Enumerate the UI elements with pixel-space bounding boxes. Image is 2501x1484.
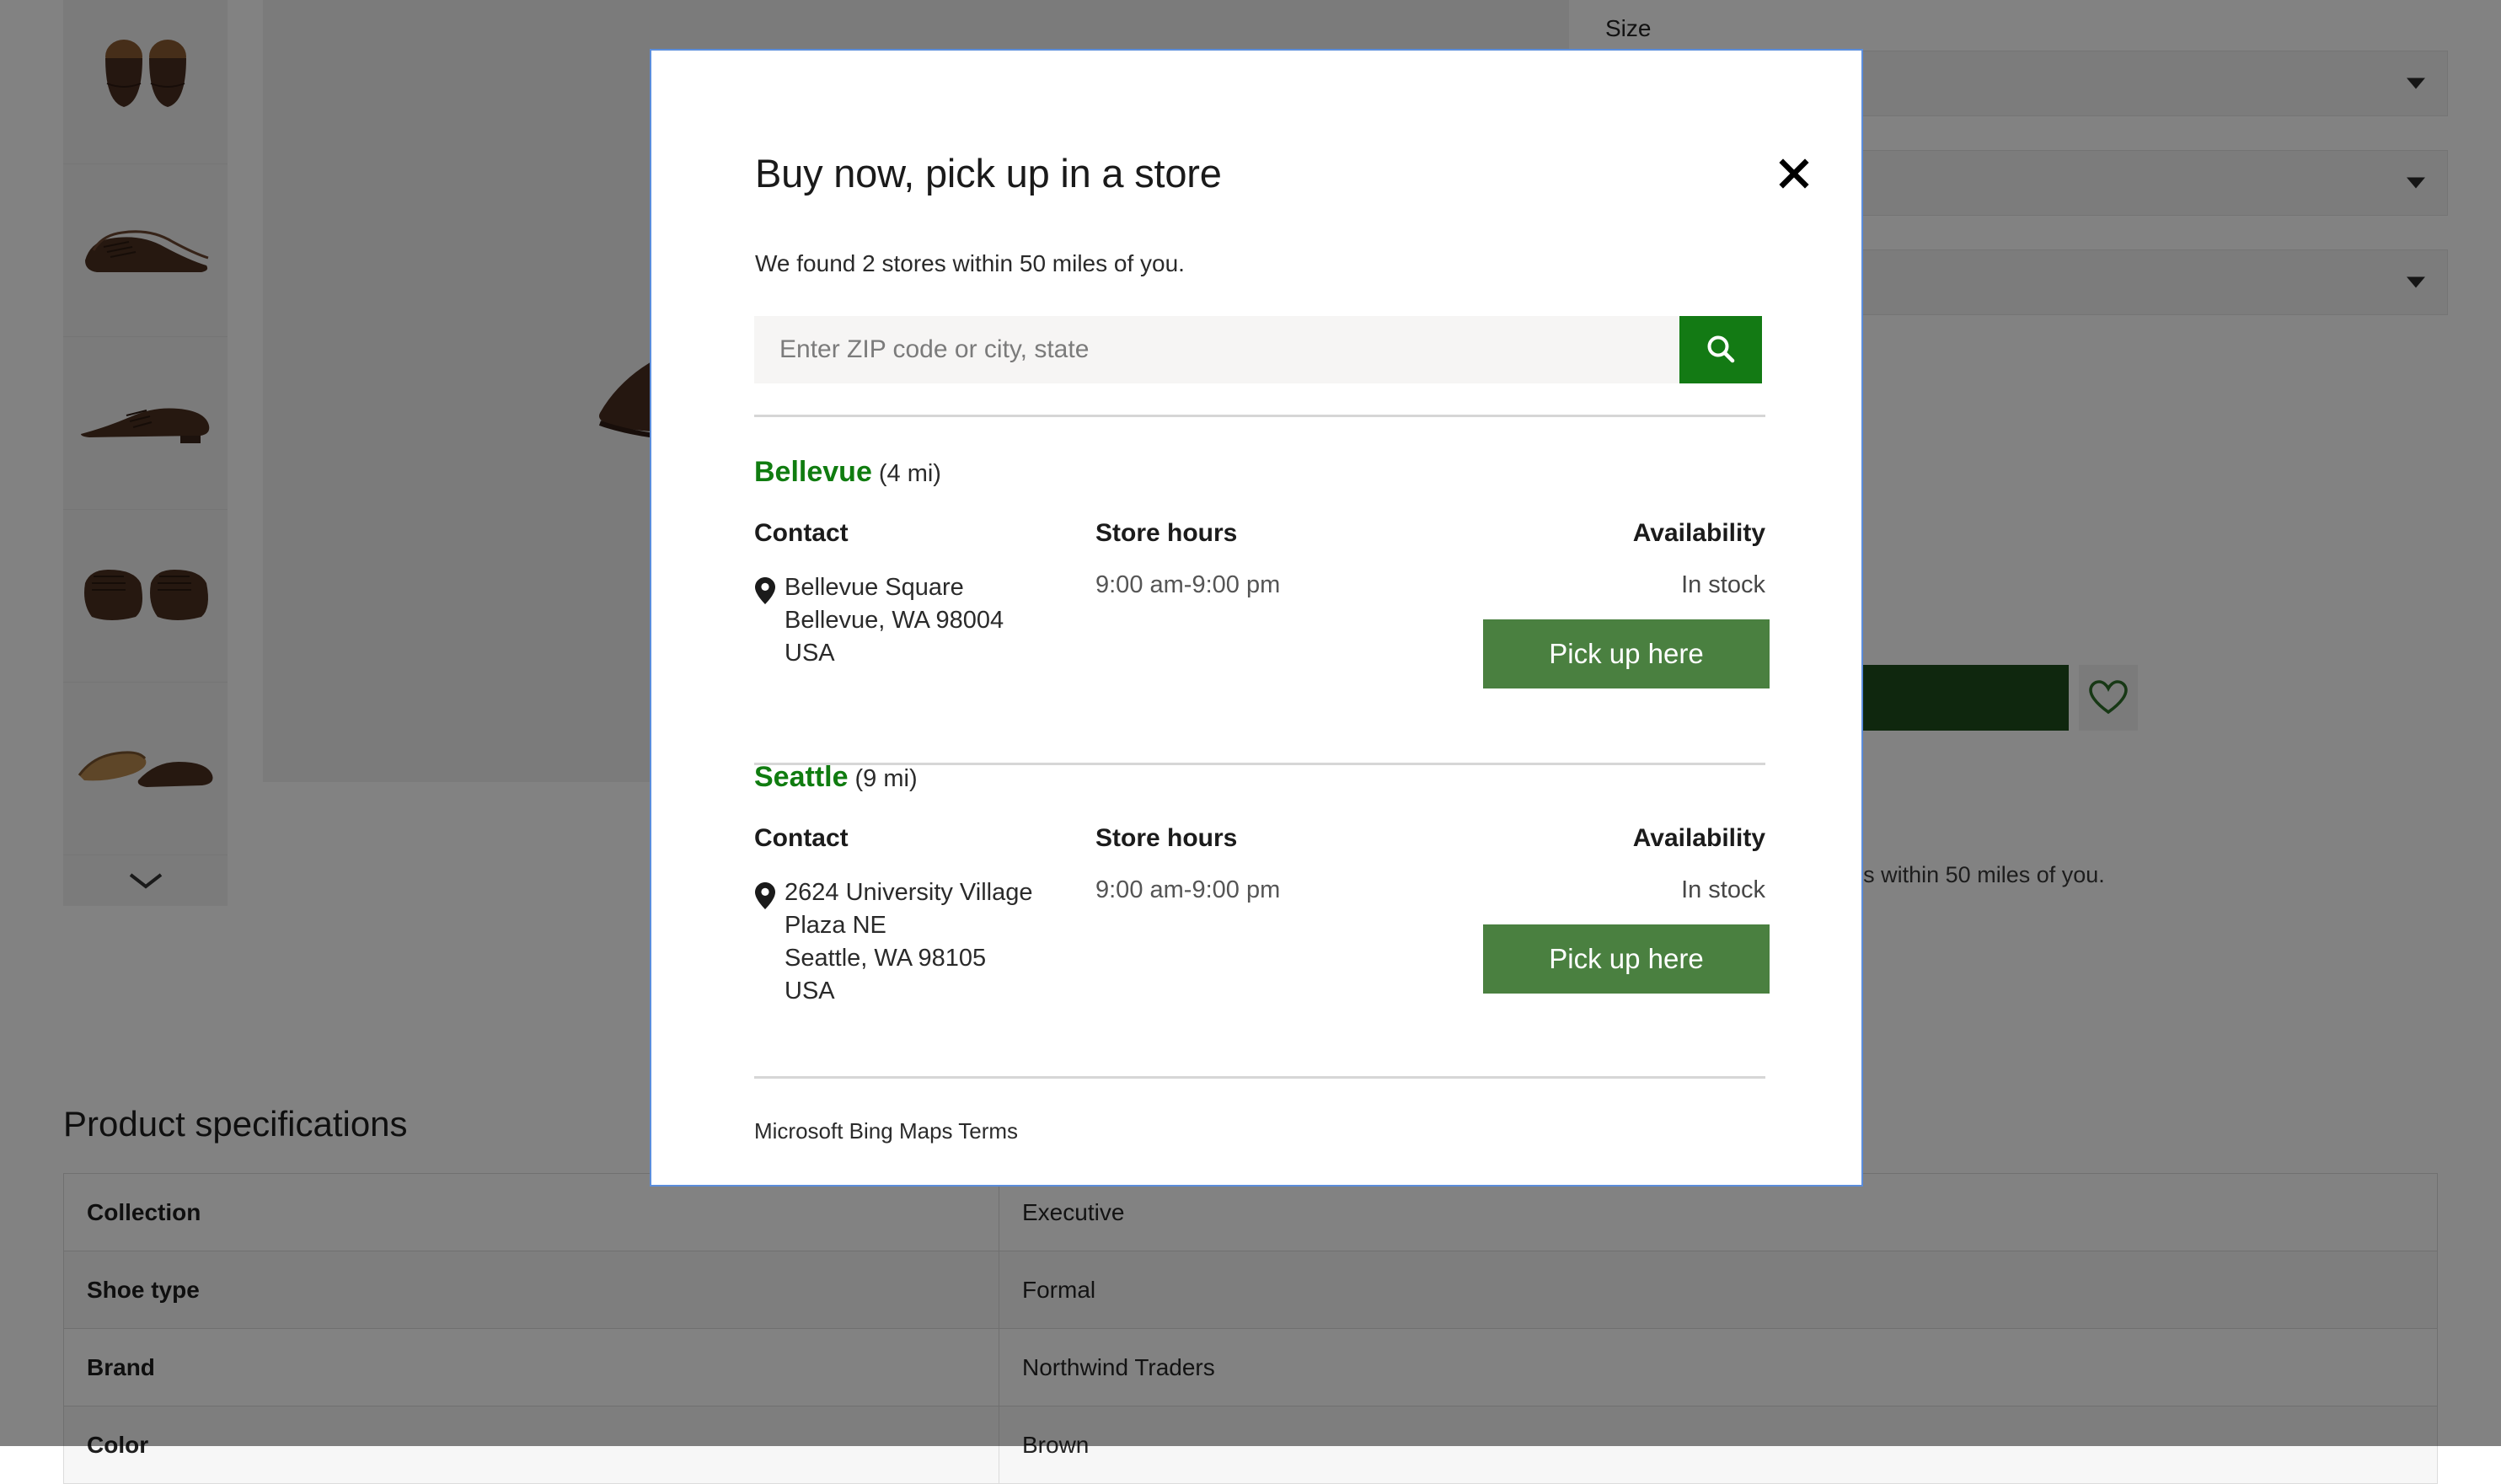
status-badge: In stock: [1483, 876, 1765, 904]
store-availability: In stock Pick up here: [1483, 571, 1765, 688]
column-header-hours: Store hours: [1095, 519, 1483, 548]
address-line: USA: [785, 637, 1004, 670]
bing-maps-terms-link[interactable]: Microsoft Bing Maps Terms: [754, 1118, 1018, 1144]
store-heading: Seattle(9 mi): [754, 761, 1765, 794]
store-pickup-modal: Buy now, pick up in a store We found 2 s…: [650, 49, 1863, 1187]
map-pin-icon: [754, 876, 785, 1007]
store-hours-value: 9:00 am-9:00 pm: [1095, 876, 1483, 1007]
modal-subtitle: We found 2 stores within 50 miles of you…: [755, 250, 1185, 277]
store-contact: 2624 University Village Plaza NE Seattle…: [754, 876, 1095, 1007]
column-header-hours: Store hours: [1095, 824, 1483, 853]
address-line: Plaza NE: [785, 909, 1032, 942]
store-distance: (4 mi): [879, 460, 941, 487]
column-header-contact: Contact: [754, 519, 1095, 548]
column-header-availability: Availability: [1483, 824, 1765, 853]
address-line: Bellevue Square: [785, 571, 1004, 604]
store-result-seattle: Seattle(9 mi) Contact Store hours Availa…: [754, 761, 1765, 1007]
store-availability: In stock Pick up here: [1483, 876, 1765, 1007]
store-hours-value: 9:00 am-9:00 pm: [1095, 571, 1483, 688]
map-pin-icon: [754, 571, 785, 688]
close-icon[interactable]: [1770, 150, 1818, 197]
pick-up-here-button[interactable]: Pick up here: [1483, 619, 1770, 688]
store-address: 2624 University Village Plaza NE Seattle…: [785, 876, 1032, 1007]
store-heading: Bellevue (4 mi): [754, 456, 1765, 489]
modal-title: Buy now, pick up in a store: [755, 150, 1222, 196]
close-x-icon: [1777, 157, 1811, 190]
column-header-contact: Contact: [754, 824, 1095, 853]
address-line: 2624 University Village: [785, 876, 1032, 909]
divider: [754, 415, 1765, 417]
store-contact: Bellevue Square Bellevue, WA 98004 USA: [754, 571, 1095, 688]
divider: [754, 1076, 1765, 1079]
store-search-row: [754, 316, 1762, 383]
store-address: Bellevue Square Bellevue, WA 98004 USA: [785, 571, 1004, 688]
address-line: Seattle, WA 98105: [785, 942, 1032, 975]
store-distance: (9 mi): [855, 765, 918, 792]
status-badge: In stock: [1483, 571, 1765, 599]
search-icon: [1704, 333, 1738, 367]
address-line: USA: [785, 975, 1032, 1008]
pick-up-here-button[interactable]: Pick up here: [1483, 924, 1770, 994]
search-input[interactable]: [754, 316, 1679, 383]
column-header-availability: Availability: [1483, 519, 1765, 548]
address-line: Bellevue, WA 98004: [785, 604, 1004, 637]
store-result-bellevue: Bellevue (4 mi) Contact Store hours Avail…: [754, 456, 1765, 688]
store-name: Bellevue: [754, 456, 872, 488]
search-button[interactable]: [1679, 316, 1762, 383]
store-name: Seattle: [754, 761, 849, 793]
